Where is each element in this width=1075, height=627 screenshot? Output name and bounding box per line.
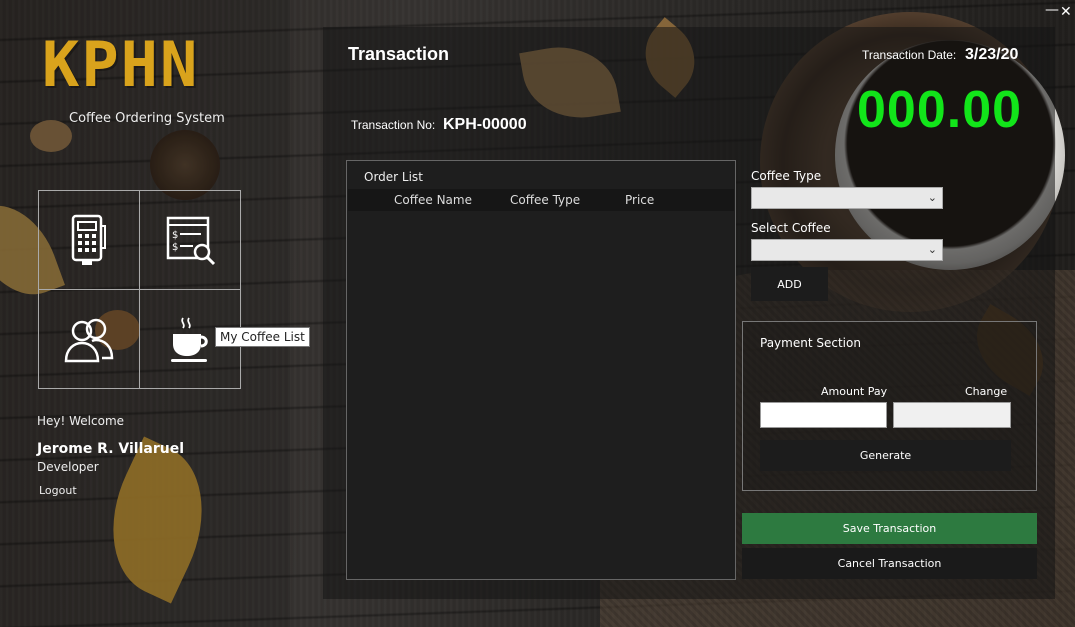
svg-text:$: $	[172, 230, 178, 241]
amount-pay-input[interactable]	[760, 402, 887, 428]
order-list[interactable]: Order List Coffee Name Coffee Type Price	[346, 160, 736, 580]
welcome-text: Hey! Welcome	[37, 414, 125, 428]
save-transaction-button[interactable]: Save Transaction	[742, 513, 1037, 544]
chevron-down-icon: ⌄	[927, 243, 937, 256]
close-button[interactable]: ✕	[1060, 4, 1072, 20]
invoice-search-icon: $ $	[166, 216, 215, 266]
transaction-number-label: Transaction No:	[351, 118, 436, 132]
select-coffee-select[interactable]: ⌄	[751, 239, 943, 261]
nav-tile-transaction[interactable]	[39, 191, 140, 290]
page-title: Transaction	[348, 44, 450, 64]
add-button[interactable]: ADD	[751, 267, 828, 301]
order-table-header: Coffee Name Coffee Type Price	[348, 189, 734, 211]
total-amount: 000.00	[857, 81, 1023, 139]
change-label: Change	[965, 385, 1008, 398]
coffee-cup-icon	[170, 316, 208, 362]
transaction-number: KPH-00000	[443, 116, 527, 133]
change-field[interactable]	[893, 402, 1011, 428]
amount-pay-label: Amount Pay	[821, 385, 888, 398]
logout-link[interactable]: Logout	[39, 484, 77, 497]
logo-subtitle: Coffee Ordering System	[69, 111, 225, 126]
column-header-price[interactable]: Price	[625, 193, 654, 207]
users-icon	[64, 318, 114, 362]
nav-tile-users[interactable]	[39, 290, 140, 389]
payment-section-title: Payment Section	[760, 336, 861, 350]
column-header-coffee-type[interactable]: Coffee Type	[510, 193, 580, 207]
coffee-type-label: Coffee Type	[751, 169, 822, 183]
chevron-down-icon: ⌄	[927, 191, 937, 204]
order-list-title: Order List	[364, 170, 423, 184]
generate-button[interactable]: Generate	[760, 440, 1011, 471]
payment-section: Payment Section Amount Pay Change Genera…	[742, 321, 1037, 491]
column-header-coffee-name[interactable]: Coffee Name	[394, 193, 472, 207]
minimize-button[interactable]: —	[1045, 2, 1059, 18]
cancel-transaction-button[interactable]: Cancel Transaction	[742, 548, 1037, 579]
tooltip: My Coffee List	[215, 327, 310, 347]
svg-text:$: $	[172, 242, 178, 253]
user-role: Developer	[37, 460, 99, 474]
select-coffee-label: Select Coffee	[751, 221, 831, 235]
logo: KPHN	[42, 28, 200, 101]
transaction-date-label: Transaction Date:	[862, 48, 957, 62]
nav-tile-grid: $ $	[38, 190, 241, 389]
coffee-type-select[interactable]: ⌄	[751, 187, 943, 209]
transaction-date: 3/23/20	[965, 46, 1019, 63]
user-name: Jerome R. Villaruel	[37, 441, 185, 457]
nav-tile-reports[interactable]: $ $	[140, 191, 241, 290]
pos-terminal-icon	[71, 214, 106, 265]
